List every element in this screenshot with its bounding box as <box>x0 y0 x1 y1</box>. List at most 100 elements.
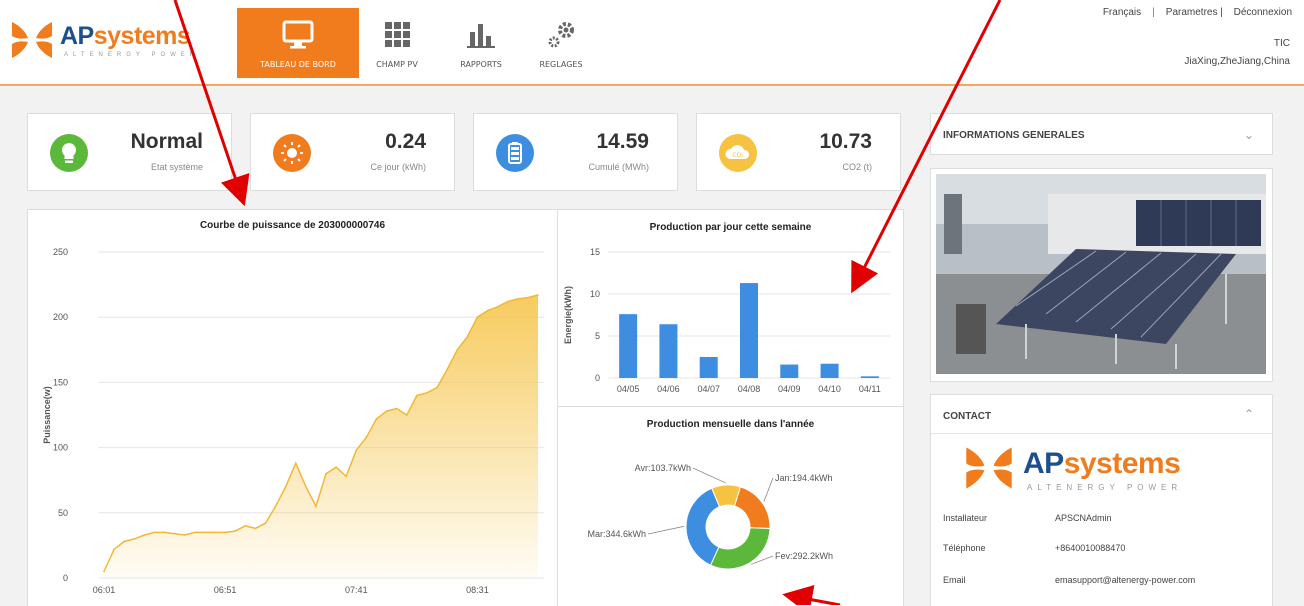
data-point <box>385 410 388 412</box>
settings-link[interactable]: Parametres | <box>1166 7 1223 18</box>
stat-value: 0.24 <box>385 130 426 153</box>
chevron-up-icon[interactable]: ⌃ <box>1244 407 1254 421</box>
power-curve-chart[interactable]: 0 50 100 150 200 250 Puissance(w) 06:01 06:51 07:… <box>28 210 557 600</box>
data-point <box>274 505 277 508</box>
logo-tagline: ALTENERGY POWER <box>64 52 200 58</box>
stat-label: Etat système <box>150 162 203 172</box>
tab-champ-pv[interactable]: CHAMP PV <box>362 8 432 78</box>
stat-label: Cumulé (MWh) <box>588 162 649 172</box>
x-tick-label: 04/06 <box>657 384 680 394</box>
language-link[interactable]: Français <box>1103 7 1141 18</box>
logo-mark-icon <box>966 447 1012 489</box>
general-info-header[interactable]: INFORMATIONS GENERALES ⌄ <box>930 113 1273 155</box>
data-point <box>355 449 358 452</box>
top-header: APsystems ALTENERGY POWER TABLEAU DE BOR… <box>0 0 1304 86</box>
battery-icon <box>496 134 534 172</box>
pie-slice <box>709 527 771 570</box>
tab-label: REGLAGES <box>539 60 583 69</box>
stat-card-status: Normal Etat système <box>27 113 232 191</box>
data-point <box>395 407 398 410</box>
x-tick-label: 06:01 <box>93 585 116 595</box>
slice-leader-line <box>763 477 774 502</box>
data-point <box>103 570 105 573</box>
slice-leader-line <box>647 525 685 535</box>
data-point <box>456 349 459 351</box>
data-point <box>345 475 348 478</box>
data-point <box>466 335 469 338</box>
data-point <box>537 294 539 296</box>
tab-label: RAPPORTS <box>460 60 502 69</box>
contact-logo: APsystems ALTENERGY POWER <box>961 443 1201 493</box>
power-curve-panel: Courbe de puissance de 203000000746 0 50 1… <box>27 209 558 606</box>
data-point <box>264 522 267 525</box>
phone-label: Téléphone <box>943 543 986 553</box>
site-photo-card <box>930 168 1273 382</box>
data-point <box>365 436 368 438</box>
data-point <box>486 309 489 312</box>
y-tick-label: 250 <box>53 247 68 257</box>
y-tick-label: 10 <box>590 289 600 299</box>
stat-label: CO2 (t) <box>842 162 872 172</box>
chevron-down-icon[interactable]: ⌄ <box>1244 128 1254 142</box>
data-point <box>405 414 408 416</box>
monthly-donut-chart[interactable]: Jan:194.4kWh Fev:292.2kWh Mar:344.6kWh Avr:… <box>558 407 903 606</box>
stat-card-co2: CO₂ 10.73 CO2 (t) <box>696 113 901 191</box>
data-point <box>163 531 166 534</box>
data-point <box>446 368 448 371</box>
gears-icon <box>548 22 574 48</box>
tab-rapports[interactable]: RAPPORTS <box>446 8 516 78</box>
stat-card-today: 0.24 Ce jour (kWh) <box>250 113 455 191</box>
y-axis-label: Energie(kWh) <box>563 286 573 344</box>
data-point <box>204 531 206 534</box>
email-value[interactable]: emasupport@altenergy-power.com <box>1055 575 1195 585</box>
data-point <box>183 534 186 536</box>
stat-label: Ce jour (kWh) <box>370 162 426 172</box>
slice-label: Avr:103.7kWh <box>635 463 691 473</box>
data-point <box>416 394 418 397</box>
data-point <box>426 392 428 394</box>
contact-title: CONTACT <box>943 411 992 422</box>
slice-leader-line <box>692 467 727 484</box>
bar <box>699 357 718 378</box>
y-tick-label: 5 <box>595 331 600 341</box>
data-point <box>436 386 438 389</box>
stat-value: 10.73 <box>819 130 872 153</box>
x-tick-label: 07:41 <box>345 585 368 595</box>
x-tick-label: 06:51 <box>214 585 237 595</box>
tab-label: TABLEAU DE BORD <box>260 60 336 69</box>
tab-reglages[interactable]: REGLAGES <box>525 8 597 78</box>
data-point <box>325 472 327 475</box>
y-tick-label: 150 <box>53 377 68 387</box>
pie-slice <box>685 487 721 566</box>
y-tick-label: 0 <box>63 573 68 583</box>
data-point <box>153 531 156 534</box>
data-point <box>244 525 247 527</box>
data-point <box>375 418 378 420</box>
pie-slice <box>733 486 771 530</box>
data-point <box>284 485 287 488</box>
monitor-icon <box>282 20 314 49</box>
contact-logo-wordmark: APsystems <box>1023 447 1181 480</box>
user-location: JiaXing,ZheJiang,China <box>1184 56 1290 67</box>
bar <box>659 324 678 378</box>
weekly-bar-chart[interactable]: 0 5 10 15 Energie(kWh) 04/05 04/06 04/07 04/08 04… <box>558 210 903 406</box>
slice-label: Mar:344.6kWh <box>587 529 646 539</box>
data-point <box>113 548 115 551</box>
data-point <box>143 534 146 536</box>
logout-link[interactable]: Déconnexion <box>1234 7 1292 18</box>
installer-label: Installateur <box>943 513 988 523</box>
x-tick-label: 04/10 <box>818 384 841 394</box>
stat-card-cumulative: 14.59 Cumulé (MWh) <box>473 113 678 191</box>
y-tick-label: 0 <box>595 373 600 383</box>
tab-tableau-de-bord[interactable]: TABLEAU DE BORD <box>237 8 359 78</box>
apsystems-logo[interactable]: APsystems ALTENERGY POWER <box>8 18 208 68</box>
data-point <box>224 531 226 534</box>
data-point <box>476 316 479 318</box>
data-point <box>133 538 136 540</box>
x-tick-label: 04/11 <box>859 384 881 394</box>
lightbulb-icon <box>50 134 88 172</box>
x-tick-label: 08:31 <box>466 585 489 595</box>
grid-icon <box>385 22 410 47</box>
bar <box>820 363 839 378</box>
monthly-production-panel: Production mensuelle dans l'année Jan:19… <box>557 406 904 606</box>
